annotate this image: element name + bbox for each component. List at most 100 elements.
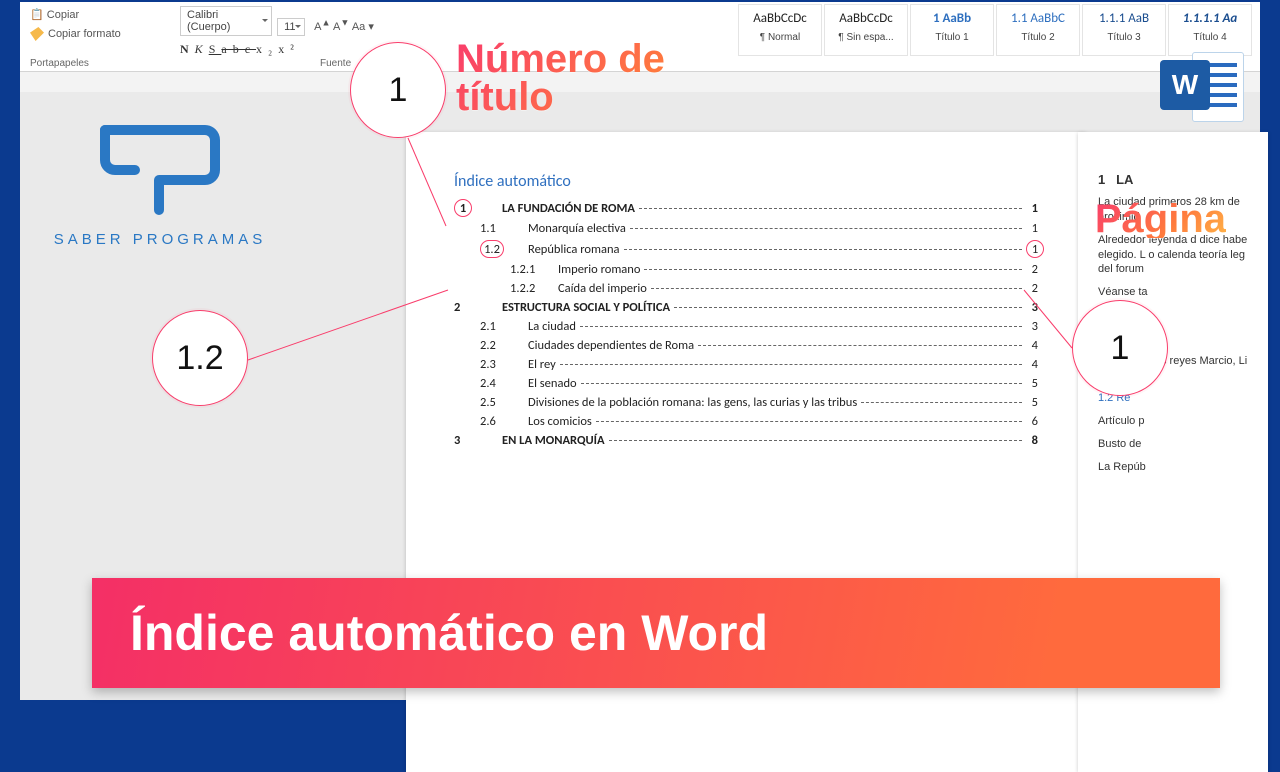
format-label: Copiar formato: [48, 28, 121, 40]
toc-text: LA FUNDACIÓN DE ROMA: [502, 201, 635, 216]
toc-num: 2: [454, 300, 502, 315]
page2-p3: Véanse ta: [1098, 285, 1260, 300]
style-heading3[interactable]: 1.1.1 AaBTítulo 3: [1082, 4, 1166, 56]
toc-page: 2: [1026, 281, 1038, 296]
callout-circle-page-number: 1: [1072, 300, 1168, 396]
toc-row[interactable]: 2.5Divisiones de la población romana: la…: [454, 395, 1038, 410]
toc-leader: [651, 288, 1022, 289]
toc-text: República romana: [528, 242, 620, 257]
toc-leader: [596, 421, 1022, 422]
toc-leader: [639, 208, 1022, 209]
saber-programas-logo: SABER PROGRAMAS: [30, 110, 290, 248]
italic-button[interactable]: K: [195, 42, 209, 56]
toc-leader: [674, 307, 1022, 308]
toc-num: 1: [454, 199, 502, 217]
toc-num: 1.2.1: [510, 262, 558, 277]
page2-heading1: 1 LA: [1098, 172, 1260, 187]
toc-text: Caída del imperio: [558, 281, 647, 296]
label-pagina: Página: [1095, 200, 1226, 238]
toc-num: 2.2: [480, 338, 528, 353]
toc-leader: [581, 383, 1022, 384]
saber-programas-text: SABER PROGRAMAS: [30, 231, 290, 248]
toc-num: 2.6: [480, 414, 528, 429]
style-heading2[interactable]: 1.1 AaBbCTítulo 2: [996, 4, 1080, 56]
page2-p7: Busto de: [1098, 437, 1260, 452]
subscript-button[interactable]: x₂: [256, 42, 278, 56]
toc-leader: [580, 326, 1022, 327]
toc-row[interactable]: 2.6Los comicios 6: [454, 414, 1038, 429]
brush-icon: [30, 27, 44, 41]
toc-row[interactable]: 1.2.2Caída del imperio 2: [454, 281, 1038, 296]
toc-row[interactable]: 2.4El senado 5: [454, 376, 1038, 391]
toc-num: 2.4: [480, 376, 528, 391]
toc-num: 1.2: [480, 240, 528, 258]
toc-row[interactable]: 1.2República romana 1: [454, 240, 1038, 258]
title-banner-text: Índice automático en Word: [130, 604, 768, 662]
toc-text: La ciudad: [528, 319, 576, 334]
label-numero-de-titulo: Número de título: [456, 40, 776, 116]
toc-text: Monarquía electiva: [528, 221, 626, 236]
toc-leader: [861, 402, 1022, 403]
style-heading1[interactable]: 1 AaBbTítulo 1: [910, 4, 994, 56]
clipboard-group: 📋 Copiar Copiar formato: [30, 8, 121, 41]
toc-text: Imperio romano: [558, 262, 640, 277]
toc-page: 4: [1026, 357, 1038, 372]
copy-button[interactable]: 📋 Copiar: [30, 8, 121, 21]
toc-num: 1.1: [480, 221, 528, 236]
toc-page: 2: [1026, 262, 1038, 277]
toc: 1LA FUNDACIÓN DE ROMA11.1Monarquía elect…: [454, 199, 1038, 448]
toc-text: Los comicios: [528, 414, 592, 429]
toc-row[interactable]: 3EN LA MONARQUÍA 8: [454, 433, 1038, 448]
font-group-label: Fuente: [320, 58, 351, 69]
bold-button[interactable]: N: [180, 42, 195, 56]
toc-row[interactable]: 2.1La ciudad3: [454, 319, 1038, 334]
font-name-combo[interactable]: Calibri (Cuerpo): [180, 6, 272, 36]
toc-page: 4: [1026, 338, 1038, 353]
callout-circle-title-number: 1: [350, 42, 446, 138]
page2-p8: La Repúb: [1098, 460, 1260, 475]
toc-leader: [698, 345, 1022, 346]
callout-circle-subtitle-number: 1.2: [152, 310, 248, 406]
format-painter-button[interactable]: Copiar formato: [30, 27, 121, 41]
sp-mark-icon: [85, 110, 235, 220]
toc-row[interactable]: 2.3El rey 4: [454, 357, 1038, 372]
toc-leader: [624, 249, 1023, 250]
toc-page: 5: [1026, 395, 1038, 410]
strike-button[interactable]: abc: [221, 42, 256, 56]
toc-title: Índice automático: [454, 172, 1038, 191]
toc-text: EN LA MONARQUÍA: [502, 433, 605, 448]
toc-row[interactable]: 1LA FUNDACIÓN DE ROMA1: [454, 199, 1038, 217]
page2-p6: Artículo p: [1098, 414, 1260, 429]
toc-row[interactable]: 2.2Ciudades dependientes de Roma 4: [454, 338, 1038, 353]
toc-row[interactable]: 1.1Monarquía electiva 1: [454, 221, 1038, 236]
toc-text: El senado: [528, 376, 577, 391]
toc-page: 5: [1026, 376, 1038, 391]
toc-text: ESTRUCTURA SOCIAL Y POLÍTICA: [502, 300, 670, 315]
toc-num: 2.3: [480, 357, 528, 372]
toc-num: 1.2.2: [510, 281, 558, 296]
toc-text: El rey: [528, 357, 556, 372]
title-banner: Índice automático en Word: [92, 578, 1220, 688]
toc-page: 3: [1026, 300, 1038, 315]
toc-page: 1: [1026, 221, 1038, 236]
toc-page: 1: [1026, 240, 1038, 258]
toc-text: Ciudades dependientes de Roma: [528, 338, 694, 353]
toc-row[interactable]: 2ESTRUCTURA SOCIAL Y POLÍTICA 3: [454, 300, 1038, 315]
toc-num: 2.5: [480, 395, 528, 410]
copy-label: Copiar: [47, 9, 79, 21]
toc-text: Divisiones de la población romana: las g…: [528, 395, 857, 410]
toc-leader: [630, 228, 1022, 229]
style-no-spacing[interactable]: AaBbCcDc¶ Sin espa...: [824, 4, 908, 56]
superscript-button[interactable]: x²: [278, 42, 300, 56]
clipboard-group-label: Portapapeles: [30, 58, 89, 69]
underline-button[interactable]: S: [209, 42, 222, 56]
toc-num: 3: [454, 433, 502, 448]
word-letter: W: [1160, 60, 1210, 110]
toc-num: 2.1: [480, 319, 528, 334]
font-size-combo[interactable]: 11: [277, 18, 305, 36]
toc-page: 1: [1026, 201, 1038, 216]
toc-row[interactable]: 1.2.1Imperio romano 2: [454, 262, 1038, 277]
toc-page: 8: [1026, 433, 1038, 448]
toc-page: 6: [1026, 414, 1038, 429]
toc-leader: [609, 440, 1022, 441]
